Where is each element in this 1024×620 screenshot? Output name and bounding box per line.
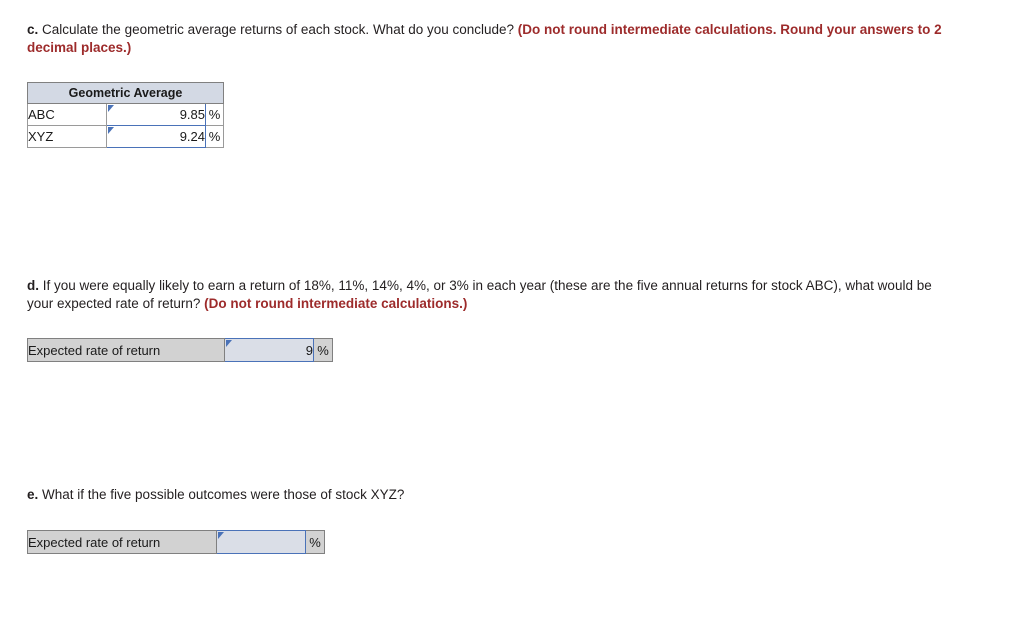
geometric-average-header: Geometric Average [27,82,224,104]
geometric-average-input-abc[interactable]: 9.85 [106,103,206,126]
question-e: e. What if the five possible outcomes we… [27,486,952,504]
question-d-label: d. [27,278,39,293]
expected-return-label-d: Expected rate of return [27,338,225,362]
table-row: XYZ 9.24 % [27,125,224,148]
table-row: ABC 9.85 % [27,103,224,126]
geometric-average-table: Geometric Average ABC 9.85 % XYZ 9.24 % [27,82,224,148]
percent-sign-d: % [313,338,333,362]
table-header-row: Geometric Average [27,82,224,104]
geometric-average-input-xyz[interactable]: 9.24 [106,125,206,148]
expected-return-input-d[interactable]: 9 [224,338,314,362]
question-c-label: c. [27,22,39,37]
expected-return-table-e: Expected rate of return % [27,530,325,554]
expected-return-value-d: 9 [305,342,313,358]
row-label-xyz: XYZ [27,125,107,148]
percent-sign-e: % [305,530,325,554]
geometric-average-value-abc: 9.85 [179,107,205,122]
question-d-accent: (Do not round intermediate calculations.… [204,296,468,311]
expected-return-table-d: Expected rate of return 9 % [27,338,333,362]
percent-sign-xyz: % [205,125,224,148]
question-e-text: What if the five possible outcomes were … [38,487,405,502]
geometric-average-value-xyz: 9.24 [179,129,205,144]
expected-return-label-e: Expected rate of return [27,530,217,554]
row-label-abc: ABC [27,103,107,126]
percent-sign-abc: % [205,103,224,126]
expected-return-input-e[interactable] [216,530,306,554]
table-row: Expected rate of return % [27,530,325,554]
question-e-label: e. [27,487,39,502]
question-d-text: If you were equally likely to earn a ret… [27,278,932,311]
question-c-text: Calculate the geometric average returns … [38,22,518,37]
question-d: d. If you were equally likely to earn a … [27,277,952,313]
table-row: Expected rate of return 9 % [27,338,333,362]
question-c: c. Calculate the geometric average retur… [27,21,947,57]
